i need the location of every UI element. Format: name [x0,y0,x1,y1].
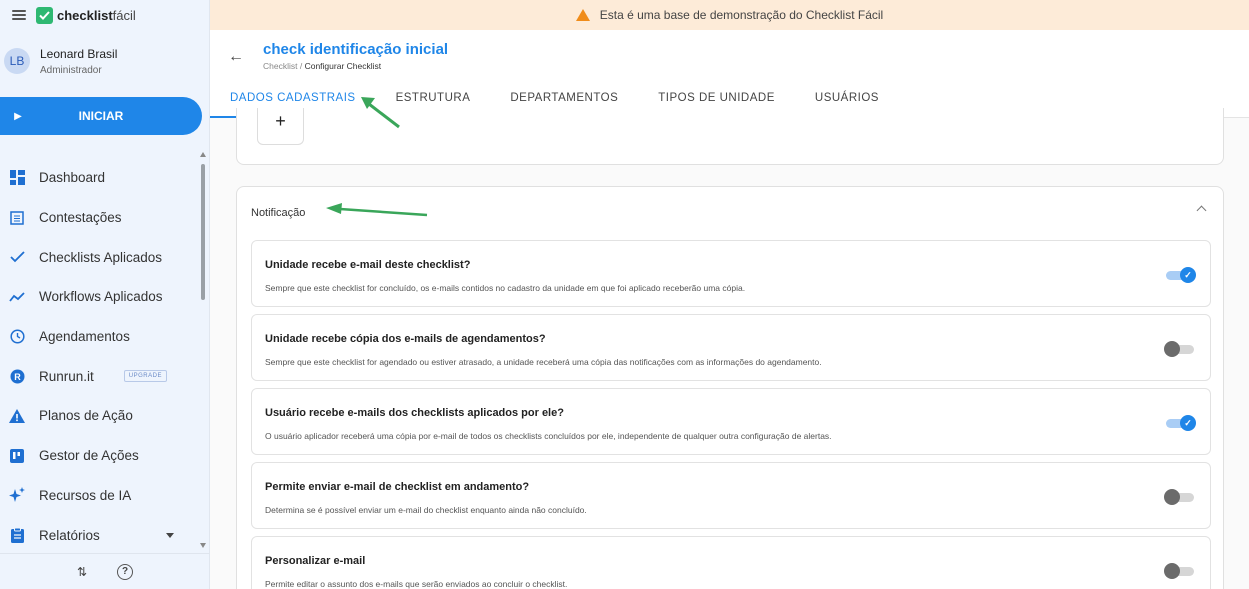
sidebar-item-label: Contestações [39,210,122,226]
sidebar-item-gestor-de-acoes[interactable]: Gestor de Ações [0,436,196,476]
sidebar-item-contestacoes[interactable]: Contestações [0,198,196,238]
start-button-label: INICIAR [78,109,124,123]
sidebar-item-recursos-de-ia[interactable]: Recursos de IA [0,476,196,516]
toggle-switch[interactable]: ✓ [1166,415,1196,431]
sidebar-item-label: Planos de Ação [39,408,133,424]
sidebar-item-checklists-aplicados[interactable]: Checklists Aplicados [0,237,196,277]
user-profile[interactable]: LB Leonard Brasil Administrador [0,30,209,92]
logo-check-icon [36,6,53,24]
avatar: LB [4,48,30,74]
check-icon [9,249,25,265]
option-description: Determina se é possível enviar um e-mail… [265,505,587,515]
option-title: Unidade recebe e-mail deste checklist? [265,259,471,271]
option-user-emails: Usuário recebe e-mails dos checklists ap… [251,388,1211,455]
sidebar-item-label: Runrun.it [39,368,94,384]
section-card: + [236,108,1224,165]
option-in-progress-email: Permite enviar e-mail de checklist em an… [251,462,1211,529]
play-icon: ▶ [14,110,22,122]
breadcrumb-current: Configurar Checklist [304,61,382,71]
back-arrow-icon[interactable]: ← [228,48,244,66]
sidebar-item-label: Workflows Aplicados [39,289,163,305]
demo-banner: Esta é uma base de demonstração do Check… [210,0,1249,30]
sidebar-item-label: Dashboard [39,170,106,186]
section-title: Notificação [251,207,306,219]
user-name: Leonard Brasil [40,46,118,61]
sidebar-item-label: Relatórios [39,527,100,543]
start-button[interactable]: ▶ INICIAR [0,97,202,135]
logo-bar: checklistfácil [0,0,209,30]
sparkle-icon [9,487,25,503]
breadcrumb-root[interactable]: Checklist / [263,61,302,71]
toggle-switch[interactable] [1164,563,1194,579]
menu-icon[interactable] [12,10,26,20]
page-title: check identificação inicial [263,41,449,58]
svg-text:R: R [14,372,21,382]
scroll-up-arrow[interactable] [200,152,206,157]
trend-icon [9,289,25,305]
option-title: Usuário recebe e-mails dos checklists ap… [265,407,564,419]
dashboard-icon [9,170,25,186]
board-icon [9,448,25,464]
option-description: Sempre que este checklist for agendado o… [265,357,822,367]
option-description: Sempre que este checklist for concluído,… [265,283,746,293]
upgrade-badge[interactable]: UPGRADE [123,370,167,383]
warning-icon [575,9,590,21]
option-title: Personalizar e-mail [265,555,366,567]
chevron-up-icon[interactable] [1196,205,1207,216]
sidebar-item-label: Agendamentos [39,329,130,345]
toggle-switch[interactable] [1164,341,1194,357]
warning-icon [9,408,25,424]
notification-section: Notificação Unidade recebe e-mail deste … [236,186,1224,589]
sidebar-item-label: Checklists Aplicados [39,249,163,265]
add-button[interactable]: + [257,108,304,145]
option-title: Permite enviar e-mail de checklist em an… [265,481,530,493]
option-custom-email: Personalizar e-mail Permite editar o ass… [251,536,1211,589]
main-content: + Notificação Unidade recebe e-mail dest… [236,108,1224,589]
sort-icon[interactable]: ⇅ [77,565,87,579]
option-description: O usuário aplicador receberá uma cópia p… [265,431,832,441]
sidebar-scrollbar[interactable] [199,150,207,550]
banner-text: Esta é uma base de demonstração do Check… [599,8,884,22]
sidebar-item-workflows-aplicados[interactable]: Workflows Aplicados [0,277,196,317]
toggle-switch[interactable]: ✓ [1166,267,1196,283]
sidebar-item-runrun[interactable]: R Runrun.it UPGRADE [0,356,196,396]
runrun-icon: R [9,368,25,384]
chevron-down-icon [166,532,174,538]
app-logo[interactable]: checklistfácil [36,6,136,24]
option-title: Unidade recebe cópia dos e-mails de agen… [265,333,546,345]
user-role: Administrador [40,64,102,76]
option-unit-schedule-copy: Unidade recebe cópia dos e-mails de agen… [251,314,1211,381]
page-header: ← check identificação inicial Checklist … [210,30,1249,118]
sidebar-footer: ⇅ ? [0,553,210,589]
option-description: Permite editar o assunto dos e-mails que… [265,579,568,589]
list-icon [9,210,25,226]
toggle-switch[interactable] [1164,489,1194,505]
sidebar: checklistfácil LB Leonard Brasil Adminis… [0,0,210,589]
help-icon[interactable]: ? [117,563,134,580]
clock-icon [9,329,25,345]
sidebar-item-dashboard[interactable]: Dashboard [0,158,196,198]
sidebar-item-label: Recursos de IA [39,487,132,503]
sidebar-nav: Dashboard Contestações Checklists Aplica… [0,158,196,555]
breadcrumb: Checklist / Configurar Checklist [263,61,381,71]
sidebar-item-agendamentos[interactable]: Agendamentos [0,317,196,357]
scroll-thumb[interactable] [201,164,205,300]
sidebar-item-relatorios[interactable]: Relatórios [0,515,196,555]
scroll-down-arrow[interactable] [200,543,206,548]
sidebar-item-label: Gestor de Ações [39,448,139,464]
option-unit-email: Unidade recebe e-mail deste checklist? S… [251,240,1211,307]
sidebar-item-planos-de-acao[interactable]: Planos de Ação [0,396,196,436]
report-icon [9,527,25,543]
